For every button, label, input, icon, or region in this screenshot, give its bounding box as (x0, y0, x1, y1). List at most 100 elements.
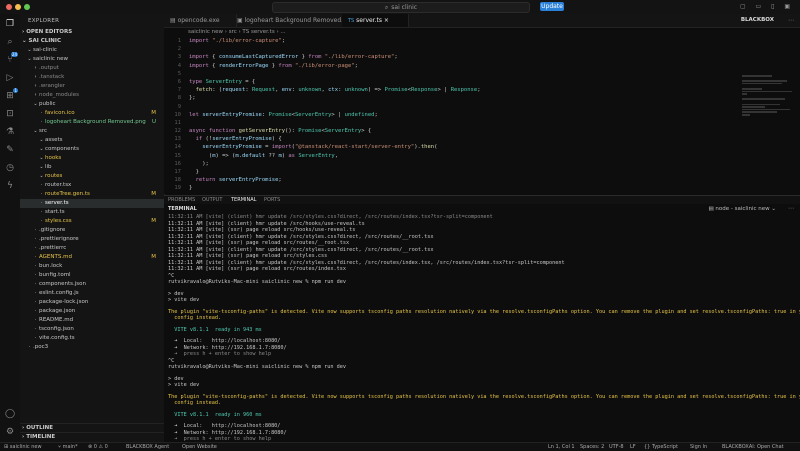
code-line[interactable]: 6 type ServerEntry = { (164, 78, 800, 86)
tab-opencode[interactable]: ▤ opencode.exe (164, 14, 237, 27)
line-number: 11 (174, 119, 181, 126)
tree-item[interactable]: · .poc3 (20, 343, 164, 352)
code-line[interactable]: 19} (164, 184, 800, 192)
code-line[interactable]: 20 (164, 193, 800, 195)
tree-item[interactable]: ⌄sai-clinic (20, 46, 164, 55)
search-icon[interactable]: ⌕ (4, 36, 16, 48)
tree-item[interactable]: › node_modules (20, 91, 164, 100)
bolt-icon[interactable]: ϟ (4, 180, 16, 192)
file-icon: · (40, 209, 43, 215)
timeline-section[interactable]: › TIMELINE (20, 432, 164, 442)
minimize-window-button[interactable] (15, 4, 21, 10)
tree-item[interactable]: · favicon.ico M (20, 109, 164, 118)
tree-item[interactable]: · start.ts (20, 208, 164, 217)
tree-item[interactable]: · logoheart Background Removed.png U (20, 118, 164, 127)
workspace-section[interactable]: ⌄ SAI CLINIC (20, 37, 164, 46)
code-line[interactable]: 12 async function getServerEntry(): Promi… (164, 127, 800, 135)
code-line[interactable]: 11 (164, 119, 800, 127)
title-bar: ⌕ sai clinic Update ▢ ▭ ▯ ▣ (0, 0, 800, 15)
tree-item[interactable]: · eslint.config.js (20, 289, 164, 298)
extensions-icon[interactable]: ⊞ 1 (4, 88, 18, 102)
timer-icon[interactable]: ◷ (4, 162, 16, 174)
tree-item[interactable]: ⌄components (20, 145, 164, 154)
code-line[interactable]: 18 return serverEntryPromise; (164, 176, 800, 184)
tab-logoheart[interactable]: ▣ logoheart Background Removed.png (231, 14, 354, 27)
tree-item[interactable]: · router.tsx (20, 181, 164, 190)
code-line[interactable]: 5 (164, 70, 800, 78)
code-line[interactable]: 7 fetch: (request: Request, env: unknown… (164, 86, 800, 94)
tree-item[interactable]: ⌄lib (20, 163, 164, 172)
line-number: 17 (174, 169, 181, 175)
tree-item[interactable]: ⌄saiclinic new (20, 55, 164, 64)
layout-controls[interactable]: ▢ ▭ ▯ ▣ (740, 3, 794, 10)
minimap[interactable] (742, 75, 792, 155)
tree-item[interactable]: · styles.css M (20, 217, 164, 226)
files-icon[interactable]: ❐ (4, 18, 16, 30)
tree-item[interactable]: ⌄src (20, 127, 164, 136)
tree-item[interactable]: · bun.lock (20, 262, 164, 271)
tree-item[interactable]: › .wrangler (20, 82, 164, 91)
tree-item[interactable]: · components.json (20, 280, 164, 289)
tree-item[interactable]: · .gitignore (20, 226, 164, 235)
search-text: sai clinic (391, 4, 418, 11)
tree-item[interactable]: · .prettierignore (20, 235, 164, 244)
tree-item[interactable]: · .prettierrc (20, 244, 164, 253)
tree-item[interactable]: · server.ts (20, 199, 164, 208)
file-icon: · (34, 236, 37, 242)
tab-server-ts[interactable]: TS server.ts × (342, 14, 409, 27)
maximize-window-button[interactable] (24, 4, 30, 10)
terminal-output[interactable]: 11:32:11 AM [vite] (client) hmr update /… (164, 214, 800, 442)
settings-icon[interactable]: ⚙ (4, 426, 16, 438)
code-text: return serverEntryPromise; (195, 177, 282, 184)
tree-item[interactable]: · AGENTS.md M (20, 253, 164, 262)
code-line[interactable]: 8}; (164, 94, 800, 102)
open-editors-section[interactable]: › OPEN EDITORS (20, 28, 164, 37)
close-window-button[interactable] (6, 4, 12, 10)
git-status-badge: M (151, 110, 156, 116)
code-text: } (189, 169, 199, 175)
more-actions-icon[interactable]: ⋯ (788, 14, 794, 27)
tree-item-label: node_modules (39, 92, 79, 98)
code-line[interactable]: 1 import "./lib/error-capture"; (164, 37, 800, 45)
terminal-selector[interactable]: ▤ node - saiclinic new ⌄ (708, 204, 776, 214)
code-line[interactable]: 4 import { renderErrorPage } from "./lib/… (164, 62, 800, 70)
code-line[interactable]: 10 let serverEntryPromise: Promise<Server… (164, 111, 800, 119)
chat-icon[interactable]: ✎ (4, 144, 16, 156)
code-line[interactable]: 15 (m) => (m.default ?? m) as ServerEntr… (164, 152, 800, 160)
account-icon[interactable]: ◯ (4, 408, 16, 420)
tree-item[interactable]: › .output (20, 64, 164, 73)
tree-item[interactable]: ⌄public (20, 100, 164, 109)
tree-item[interactable]: ⌄hooks (20, 154, 164, 163)
code-line[interactable]: 16 ); (164, 160, 800, 168)
code-line[interactable]: 14 serverEntryPromise = import("@tanstac… (164, 143, 800, 151)
tree-item[interactable]: · package-lock.json (20, 298, 164, 307)
tree-item[interactable]: ⌄assets (20, 136, 164, 145)
code-editor[interactable]: 1 import "./lib/error-capture"; 2 3 import {… (164, 37, 800, 194)
tree-item[interactable]: · vite.config.ts (20, 334, 164, 343)
blackbox-button[interactable]: BLACKBOX (741, 14, 774, 27)
breadcrumb[interactable]: saiclinic new › src › TS server.ts › ... (164, 28, 800, 37)
tree-item[interactable]: · README.md (20, 316, 164, 325)
code-line[interactable]: 3 import { consumeLastCapturedError } fro… (164, 53, 800, 61)
remote-icon[interactable]: ⊡ (4, 108, 16, 120)
command-center-search[interactable]: ⌕ sai clinic (272, 2, 530, 13)
code-line[interactable]: 2 (164, 45, 800, 53)
tree-item[interactable]: · routeTree.gen.ts M (20, 190, 164, 199)
tree-item[interactable]: › .tanstack (20, 73, 164, 82)
code-line[interactable]: 17 } (164, 168, 800, 176)
test-icon[interactable]: ⚗ (4, 126, 16, 138)
tree-item[interactable]: ⌄routes (20, 172, 164, 181)
source-control-icon[interactable]: ⑂ 24 (4, 52, 18, 66)
tree-item[interactable]: · bunfig.toml (20, 271, 164, 280)
close-icon[interactable]: × (384, 17, 389, 24)
folder-icon: ⌄ (39, 137, 44, 143)
tree-item[interactable]: · package.json (20, 307, 164, 316)
tree-item[interactable]: · tsconfig.json (20, 325, 164, 334)
code-line[interactable]: 13 if (!serverEntryPromise) { (164, 135, 800, 143)
code-line[interactable]: 9 (164, 103, 800, 111)
tree-item-label: src (39, 128, 48, 134)
file-icon: · (34, 317, 37, 323)
terminal-actions-icon[interactable]: ⋯ (788, 204, 794, 214)
update-button[interactable]: Update (540, 2, 564, 11)
run-debug-icon[interactable]: ▷ (4, 72, 16, 84)
